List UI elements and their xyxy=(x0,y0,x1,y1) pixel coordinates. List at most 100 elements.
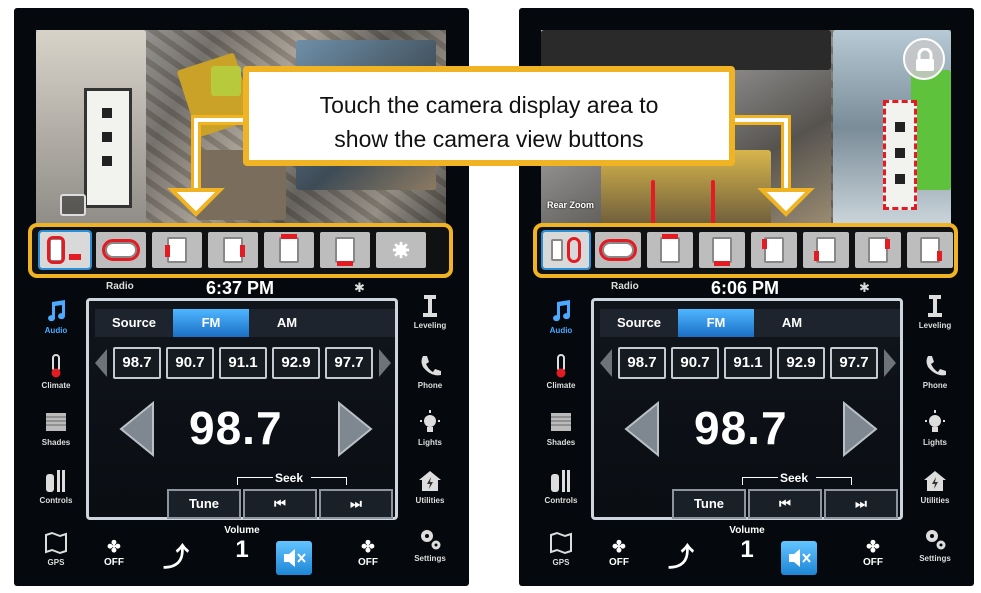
gears-icon xyxy=(421,530,441,550)
preset-button-5[interactable]: 97.7 xyxy=(325,347,373,379)
preset-button-2[interactable]: 90.7 xyxy=(166,347,214,379)
camera-view-back-button[interactable] xyxy=(699,232,745,268)
sidebar-item-climate[interactable]: Climate xyxy=(537,353,585,390)
sidebar-item-controls[interactable]: Controls xyxy=(32,468,80,505)
tab-am[interactable]: AM xyxy=(249,309,325,337)
fan-left-button[interactable]: ✤ OFF xyxy=(599,537,639,568)
sidebar-item-phone[interactable]: Phone xyxy=(911,353,959,390)
light-bulb-icon xyxy=(925,410,945,432)
chevron-left-icon[interactable] xyxy=(598,347,614,379)
mute-button[interactable] xyxy=(276,541,312,575)
tab-am[interactable]: AM xyxy=(754,309,830,337)
camera-view-surround-button[interactable] xyxy=(96,232,146,268)
camera-view-rear-right-button[interactable] xyxy=(907,232,953,268)
shades-icon xyxy=(46,413,66,431)
camera-view-front-left-button[interactable] xyxy=(751,232,797,268)
sidebar-item-settings[interactable]: Settings xyxy=(911,526,959,563)
camera-view-right-side-button[interactable] xyxy=(208,232,258,268)
light-bulb-icon xyxy=(420,410,440,432)
preset-button-1[interactable]: 98.7 xyxy=(113,347,161,379)
seek-back-button[interactable]: ⏮ xyxy=(748,489,822,519)
tune-up-arrow-icon[interactable] xyxy=(842,401,878,457)
callout-line-1: Touch the camera display area to xyxy=(319,92,659,118)
tune-down-arrow-icon[interactable] xyxy=(624,401,660,457)
skip-back-icon: ⏮ xyxy=(779,496,791,511)
map-icon xyxy=(550,531,572,555)
tab-fm[interactable]: FM xyxy=(173,309,249,337)
audio-panel: Source FM AM 98.7 90.7 91.1 92.9 97.7 98… xyxy=(591,298,903,520)
preset-button-3[interactable]: 91.1 xyxy=(219,347,267,379)
preset-button-1[interactable]: 98.7 xyxy=(618,347,666,379)
sidebar-item-audio[interactable]: Audio xyxy=(537,298,585,335)
thermometer-icon xyxy=(51,354,61,378)
controls-icon xyxy=(551,470,570,492)
camera-settings-button[interactable] xyxy=(376,232,426,268)
sidebar-item-lights[interactable]: Lights xyxy=(406,410,454,447)
audio-tabs: Source FM AM xyxy=(95,309,395,337)
sidebar-item-climate[interactable]: Climate xyxy=(32,353,80,390)
air-direction-button[interactable]: ⤴ xyxy=(661,537,701,574)
seek-back-button[interactable]: ⏮ xyxy=(243,489,317,519)
camera-view-rear-left-button[interactable] xyxy=(803,232,849,268)
mute-button[interactable] xyxy=(781,541,817,575)
sidebar-item-utilities[interactable]: Utilities xyxy=(911,468,959,505)
climate-audio-bar: ✤ OFF ⤴ Volume 1 ✤ OFF xyxy=(591,523,903,583)
tab-source[interactable]: Source xyxy=(95,309,173,337)
camera-view-front-button[interactable] xyxy=(264,232,314,268)
camera-view-front-button[interactable] xyxy=(647,232,693,268)
camera-view-surround-button[interactable] xyxy=(595,232,641,268)
seek-forward-button[interactable]: ⏭ xyxy=(824,489,898,519)
chevron-right-icon[interactable] xyxy=(882,347,898,379)
preset-button-5[interactable]: 97.7 xyxy=(830,347,878,379)
sidebar-item-settings[interactable]: Settings xyxy=(406,526,454,563)
sidebar-item-gps[interactable]: GPS xyxy=(32,530,80,567)
tab-fm[interactable]: FM xyxy=(678,309,754,337)
sidebar-item-phone[interactable]: Phone xyxy=(406,353,454,390)
leveling-jack-icon xyxy=(423,295,437,317)
preset-button-4[interactable]: 92.9 xyxy=(777,347,825,379)
sidebar-item-leveling[interactable]: Leveling xyxy=(911,293,959,330)
sidebar-item-utilities[interactable]: Utilities xyxy=(406,468,454,505)
camera-fullscreen-icon[interactable] xyxy=(60,194,86,216)
preset-button-2[interactable]: 90.7 xyxy=(671,347,719,379)
skip-forward-icon: ⏭ xyxy=(350,496,362,511)
fan-left-button[interactable]: ✤ OFF xyxy=(94,537,134,568)
sidebar-item-audio[interactable]: Audio xyxy=(32,298,80,335)
fan-right-button[interactable]: ✤ OFF xyxy=(348,537,388,568)
sidebar-item-shades[interactable]: Shades xyxy=(537,410,585,447)
air-direction-button[interactable]: ⤴ xyxy=(156,537,196,574)
tune-button[interactable]: Tune xyxy=(672,489,746,519)
instruction-callout: Touch the camera display area to show th… xyxy=(243,66,735,166)
camera-view-rear-button[interactable] xyxy=(38,230,92,270)
sidebar-item-leveling[interactable]: Leveling xyxy=(406,293,454,330)
fan-right-button[interactable]: ✤ OFF xyxy=(853,537,893,568)
sidebar-item-controls[interactable]: Controls xyxy=(537,468,585,505)
sidebar-item-shades[interactable]: Shades xyxy=(32,410,80,447)
camera-view-label: Rear Zoom xyxy=(547,200,595,210)
controls-icon xyxy=(46,470,65,492)
house-icon xyxy=(419,471,441,491)
volume-display: Volume 1 xyxy=(224,525,260,563)
camera-view-back-button[interactable] xyxy=(320,232,370,268)
sidebar-item-lights[interactable]: Lights xyxy=(911,410,959,447)
preset-button-4[interactable]: 92.9 xyxy=(272,347,320,379)
bluetooth-icon: ✱ xyxy=(354,280,365,295)
seek-forward-button[interactable]: ⏭ xyxy=(319,489,393,519)
sidebar-item-gps[interactable]: GPS xyxy=(537,530,585,567)
tune-down-arrow-icon[interactable] xyxy=(119,401,155,457)
house-icon xyxy=(924,471,946,491)
chevron-left-icon[interactable] xyxy=(93,347,109,379)
camera-view-left-side-button[interactable] xyxy=(152,232,202,268)
speaker-muted-icon xyxy=(789,549,811,567)
volume-display: Volume 1 xyxy=(729,525,765,563)
preset-button-3[interactable]: 91.1 xyxy=(724,347,772,379)
camera-view-front-right-button[interactable] xyxy=(855,232,901,268)
tab-source[interactable]: Source xyxy=(600,309,678,337)
chevron-right-icon[interactable] xyxy=(377,347,393,379)
tune-up-arrow-icon[interactable] xyxy=(337,401,373,457)
camera-lock-button[interactable] xyxy=(903,38,945,80)
camera-view-rear-button[interactable] xyxy=(541,230,591,270)
shades-icon xyxy=(551,413,571,431)
tune-button[interactable]: Tune xyxy=(167,489,241,519)
skip-forward-icon: ⏭ xyxy=(855,496,867,511)
